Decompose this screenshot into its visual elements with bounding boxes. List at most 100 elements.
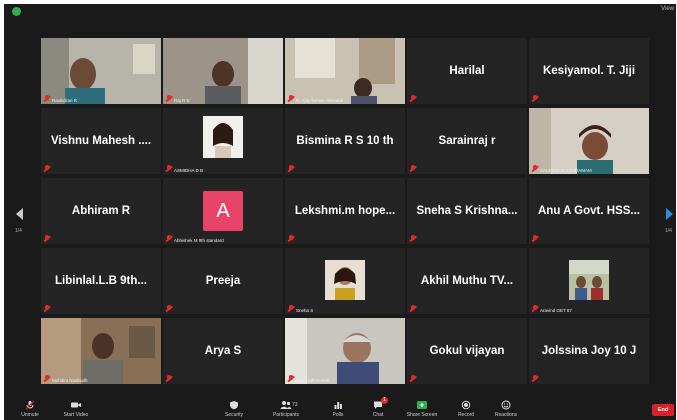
participant-name-tag: Sathyadh Kumar	[296, 378, 330, 383]
participant-name: Sarainraj r	[438, 135, 496, 147]
participant-tile[interactable]: Akhil Muthu TV...	[407, 248, 527, 314]
security-status-icon[interactable]	[12, 7, 21, 16]
participant-name: Vishnu Mahesh ....	[50, 135, 152, 147]
participant-tile[interactable]: Bismina R S 10 th	[285, 108, 405, 174]
participant-name: Preeja	[205, 275, 241, 287]
reactions-button[interactable]: Reactions	[484, 400, 528, 418]
end-meeting-button[interactable]: End	[652, 404, 674, 416]
participant-tile[interactable]: Sneha S Krishna...	[407, 178, 527, 244]
mic-muted-icon	[288, 165, 294, 172]
page-indicator-right: 1/4	[665, 228, 672, 234]
record-icon	[460, 400, 472, 410]
security-label: Security	[224, 412, 244, 418]
unmute-label: Unmute	[21, 412, 39, 418]
mic-muted-icon	[44, 165, 50, 172]
next-page-arrow-icon[interactable]	[666, 208, 673, 220]
participant-name-tag: Ravindran R	[52, 98, 78, 103]
meeting-window: View 1/4 1/4 Ravindran R Raj R S D. Ajay k…	[4, 4, 676, 420]
mic-muted-icon	[166, 165, 172, 172]
participants-button[interactable]: 73 Participants	[264, 400, 308, 418]
meeting-toolbar: Unmute Start Video Security 73 Participa…	[4, 397, 676, 420]
participant-name: Jolssina Joy 10 J	[541, 345, 637, 357]
mic-muted-icon	[410, 305, 416, 312]
mic-muted-icon	[44, 235, 50, 242]
participant-tile[interactable]: Sarainraj r	[407, 108, 527, 174]
polls-label: Polls	[332, 412, 344, 418]
mic-muted-icon	[288, 305, 294, 312]
participant-tile[interactable]: Sathyadh Kumar	[285, 318, 405, 384]
mic-muted-icon	[532, 95, 538, 102]
participant-name-tag: Aravind GET 87	[540, 308, 572, 313]
share-screen-icon	[416, 400, 428, 410]
participant-name: Arya S	[204, 345, 242, 357]
mic-muted-icon	[44, 95, 50, 102]
participant-tile[interactable]: SALEENA K ASHRAMAM	[529, 108, 649, 174]
participant-tile[interactable]: A Abhishek M 9th standard	[163, 178, 283, 244]
participant-name-tag: Sneha S	[296, 308, 314, 313]
participant-tile[interactable]: Abhiram R	[41, 178, 161, 244]
security-button[interactable]: Security	[212, 400, 256, 418]
mic-muted-icon	[288, 375, 294, 382]
participant-tile[interactable]: Raj R S	[163, 38, 283, 104]
record-button[interactable]: Record	[444, 400, 488, 418]
unmute-button[interactable]: Unmute	[8, 400, 52, 418]
participant-name: Lekshmi.m hope...	[294, 205, 396, 217]
start-video-button[interactable]: Start Video	[54, 400, 98, 418]
participant-tile[interactable]: Mohdim Nadirudh	[41, 318, 161, 384]
participant-tile[interactable]: Harilal	[407, 38, 527, 104]
view-button[interactable]: View	[661, 6, 674, 12]
participant-tile[interactable]: Jolssina Joy 10 J	[529, 318, 649, 384]
chat-icon: 1	[372, 397, 388, 410]
participant-tile[interactable]: D. Ajay kumar, Hemalat	[285, 38, 405, 104]
participant-name: Bismina R S 10 th	[296, 135, 394, 147]
mic-muted-icon	[166, 375, 172, 382]
participant-name: Kesiyamol. T. Jiji	[542, 65, 636, 77]
participant-tile[interactable]: Vishnu Mahesh ....	[41, 108, 161, 174]
mic-muted-icon	[532, 375, 538, 382]
mic-muted-icon	[166, 95, 172, 102]
mic-muted-icon	[410, 375, 416, 382]
reactions-icon	[500, 400, 512, 410]
participant-name: Harilal	[449, 65, 485, 77]
mic-muted-icon	[532, 305, 538, 312]
participant-name: Akhil Muthu TV...	[420, 275, 514, 287]
participant-name: Abhiram R	[71, 205, 131, 217]
participant-tile[interactable]: Sneha S	[285, 248, 405, 314]
participant-tile[interactable]: Libinlal.L.B 9th...	[41, 248, 161, 314]
participant-name: Gokul vijayan	[429, 345, 505, 357]
record-label: Record	[457, 412, 475, 418]
participant-name: Sneha S Krishna...	[416, 205, 518, 217]
participant-tile[interactable]: Aravind GET 87	[529, 248, 649, 314]
mic-muted-icon	[532, 165, 538, 172]
top-bar: View	[4, 4, 676, 30]
mic-muted-icon	[44, 305, 50, 312]
participant-name: Anu A Govt. HSS...	[537, 205, 640, 217]
chat-unread-badge: 1	[381, 397, 388, 404]
participant-tile[interactable]: Kesiyamol. T. Jiji	[529, 38, 649, 104]
participant-tile[interactable]: Anu A Govt. HSS...	[529, 178, 649, 244]
participant-tile[interactable]: Preeja	[163, 248, 283, 314]
participant-name-tag: SALEENA K ASHRAMAM	[540, 168, 592, 173]
share-screen-button[interactable]: Share Screen	[400, 400, 444, 418]
chat-label: Chat	[372, 412, 384, 418]
video-icon	[70, 400, 82, 410]
page-indicator-left: 1/4	[15, 228, 22, 234]
participant-tile[interactable]: Arya S	[163, 318, 283, 384]
participant-name-tag: D. Ajay kumar, Hemalat	[296, 98, 344, 103]
participant-name-tag: Abhishek M 9th standard	[174, 238, 224, 243]
participant-tile[interactable]: Lekshmi.m hope...	[285, 178, 405, 244]
participant-tile[interactable]: ASMIDHA D B	[163, 108, 283, 174]
participant-name-tag: Mohdim Nadirudh	[52, 378, 88, 383]
participant-avatar: A	[203, 191, 243, 231]
mic-muted-icon	[44, 375, 50, 382]
participants-label: Participants	[272, 412, 300, 418]
participant-tile[interactable]: Gokul vijayan	[407, 318, 527, 384]
polls-button[interactable]: Polls	[316, 400, 360, 418]
mic-muted-icon	[166, 305, 172, 312]
shield-icon	[228, 400, 240, 410]
mic-muted-icon	[288, 235, 294, 242]
previous-page-arrow-icon[interactable]	[16, 208, 23, 220]
chat-button[interactable]: 1 Chat	[356, 397, 400, 418]
participants-icon: 73	[280, 400, 298, 410]
participant-tile[interactable]: Ravindran R	[41, 38, 161, 104]
